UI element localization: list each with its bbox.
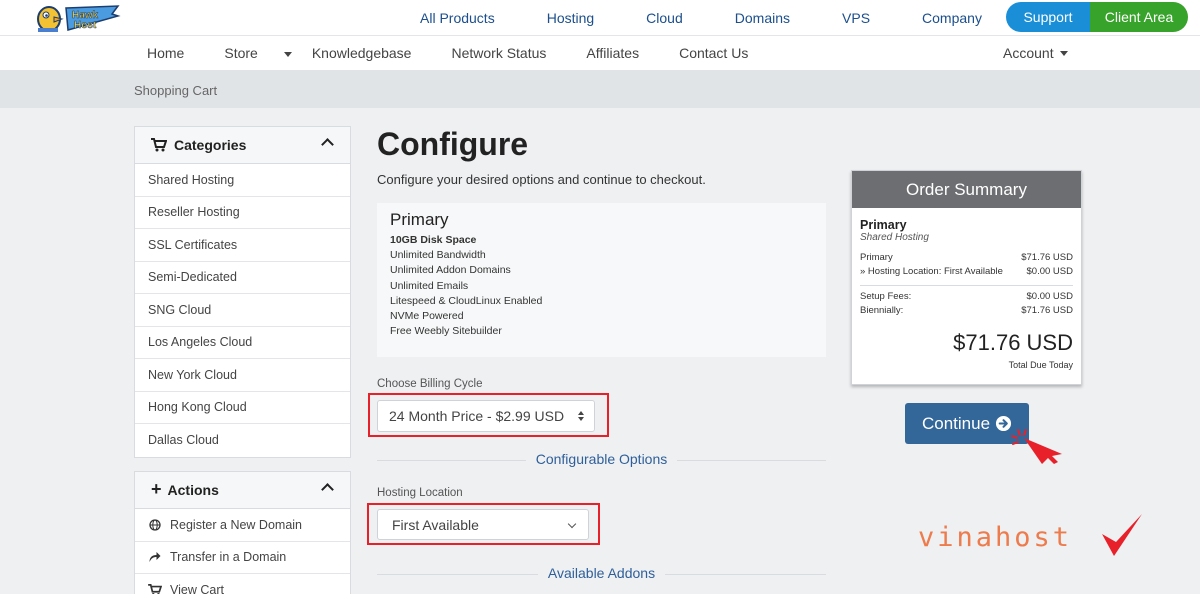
order-summary: Order Summary Primary Shared Hosting Pri…: [851, 170, 1082, 385]
product-feature: Unlimited Addon Domains: [390, 264, 511, 277]
action-transfer-domain[interactable]: Transfer in a Domain: [135, 542, 350, 574]
support-button[interactable]: Support: [1006, 2, 1090, 32]
chevron-down-icon: [567, 519, 577, 529]
category-new-york-cloud[interactable]: New York Cloud: [135, 359, 350, 392]
categories-header[interactable]: Categories: [135, 127, 350, 164]
actions-header[interactable]: + Actions: [135, 472, 350, 509]
summary-total-label: Total Due Today: [1008, 360, 1073, 370]
share-icon: [149, 552, 161, 563]
nav-all-products[interactable]: All Products: [420, 10, 495, 26]
category-ssl-certificates[interactable]: SSL Certificates: [135, 229, 350, 262]
subnav-contact-us[interactable]: Contact Us: [679, 45, 768, 61]
summary-fee: Biennially: $71.76 USD: [860, 305, 1073, 316]
summary-divider: [860, 285, 1073, 286]
category-semi-dedicated[interactable]: Semi-Dedicated: [135, 262, 350, 294]
hosting-location-select[interactable]: First Available: [377, 509, 589, 540]
category-reseller-hosting[interactable]: Reseller Hosting: [135, 197, 350, 229]
globe-icon: [149, 519, 161, 531]
product-feature: 10GB Disk Space: [390, 234, 477, 246]
summary-product-group: Shared Hosting: [860, 232, 929, 243]
chevron-up-icon[interactable]: [321, 138, 334, 151]
cart-icon: [148, 584, 162, 594]
action-register-domain[interactable]: Register a New Domain: [135, 509, 350, 542]
summary-line: Primary $71.76 USD: [860, 252, 1073, 263]
category-hong-kong-cloud[interactable]: Hong Kong Cloud: [135, 392, 350, 424]
configurable-options-heading: Configurable Options: [377, 451, 826, 469]
hawk-host-logo[interactable]: Hawk Host: [32, 2, 122, 34]
nav-domains[interactable]: Domains: [735, 10, 790, 26]
nav-vps[interactable]: VPS: [842, 10, 870, 26]
categories-title: Categories: [174, 137, 247, 153]
billing-cycle-label: Choose Billing Cycle: [377, 378, 483, 390]
account-menu[interactable]: Account: [1003, 36, 1068, 70]
hosting-location-label: Hosting Location: [377, 487, 463, 499]
nav-company[interactable]: Company: [922, 10, 982, 26]
pointer-cursor-icon: [1011, 429, 1062, 464]
actions-panel: + Actions Register a New Domain Transfer…: [134, 471, 351, 594]
subnav-affiliates[interactable]: Affiliates: [586, 45, 659, 61]
cart-icon: [151, 138, 167, 152]
breadcrumb: Shopping Cart: [134, 83, 218, 98]
main-nav: All Products Hosting Cloud Domains VPS C…: [420, 0, 1034, 36]
svg-text:Host: Host: [74, 20, 97, 31]
actions-title: Actions: [167, 482, 219, 498]
breadcrumb-bar: Shopping Cart: [0, 70, 1200, 108]
product-feature: Free Weebly Sitebuilder: [390, 325, 502, 338]
product-feature: Unlimited Emails: [390, 279, 469, 292]
select-arrows-icon: [578, 411, 584, 421]
page-title: Configure: [377, 126, 529, 162]
caret-down-icon: [1059, 50, 1068, 56]
summary-product-name: Primary: [860, 218, 907, 232]
top-header: Hawk Host All Products Hosting Cloud Dom…: [0, 0, 1200, 36]
nav-cloud[interactable]: Cloud: [646, 10, 683, 26]
subnav-home[interactable]: Home: [147, 45, 204, 61]
category-shared-hosting[interactable]: Shared Hosting: [135, 164, 350, 197]
vinahost-watermark: vinahost: [918, 512, 1143, 562]
product-name: Primary: [390, 210, 449, 229]
product-feature: NVMe Powered: [390, 310, 464, 323]
client-area-button[interactable]: Client Area: [1090, 2, 1188, 32]
secondary-nav: Home Store Knowledgebase Network Status …: [0, 36, 1200, 70]
product-feature: Unlimited Bandwidth: [390, 249, 486, 262]
available-addons-heading: Available Addons: [377, 565, 826, 583]
action-view-cart[interactable]: View Cart: [135, 574, 350, 594]
summary-fee: Setup Fees: $0.00 USD: [860, 291, 1073, 302]
categories-panel: Categories Shared Hosting Reseller Hosti…: [134, 126, 351, 458]
subnav-network-status[interactable]: Network Status: [451, 45, 566, 61]
subnav-store[interactable]: Store: [224, 45, 292, 61]
order-summary-title: Order Summary: [852, 171, 1081, 208]
billing-cycle-select[interactable]: 24 Month Price - $2.99 USD: [377, 400, 595, 432]
chevron-up-icon[interactable]: [321, 483, 334, 496]
nav-hosting[interactable]: Hosting: [547, 10, 594, 26]
caret-down-icon: [283, 51, 292, 57]
product-info: Primary 10GB Disk Space Unlimited Bandwi…: [377, 203, 826, 357]
check-mark-icon: [1102, 514, 1142, 556]
product-feature: Litespeed & CloudLinux Enabled: [390, 294, 543, 307]
category-sng-cloud[interactable]: SNG Cloud: [135, 294, 350, 327]
plus-icon: +: [151, 478, 162, 499]
subnav-knowledgebase[interactable]: Knowledgebase: [312, 45, 432, 61]
category-los-angeles-cloud[interactable]: Los Angeles Cloud: [135, 327, 350, 359]
page-subtitle: Configure your desired options and conti…: [377, 172, 706, 187]
category-dallas-cloud[interactable]: Dallas Cloud: [135, 424, 350, 457]
summary-total: $71.76 USD: [953, 330, 1073, 355]
summary-line: » Hosting Location: First Available $0.0…: [860, 266, 1073, 277]
